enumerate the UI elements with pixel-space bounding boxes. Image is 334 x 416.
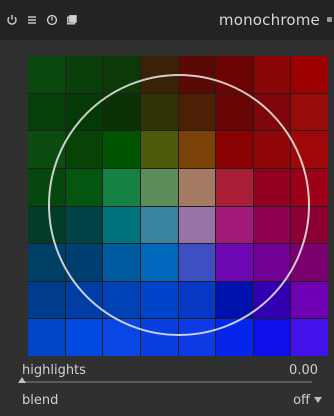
chevron-down-icon[interactable] — [314, 397, 322, 403]
grid-cell[interactable] — [178, 281, 216, 319]
grid-cell[interactable] — [140, 206, 178, 244]
grid-cell[interactable] — [65, 319, 103, 356]
grid-cell[interactable] — [28, 168, 65, 206]
presets-menu-icon[interactable] — [26, 14, 38, 26]
highlights-slider-handle[interactable] — [18, 377, 26, 383]
grid-cell[interactable] — [178, 244, 216, 281]
grid-cell[interactable] — [28, 206, 65, 244]
grid-cell[interactable] — [140, 56, 178, 93]
grid-cell[interactable] — [216, 93, 253, 131]
grid-cell[interactable] — [253, 244, 291, 281]
grid-cell[interactable] — [216, 281, 253, 319]
highlights-label: highlights — [22, 363, 86, 378]
grid-cell[interactable] — [178, 168, 216, 206]
grid-cell[interactable] — [103, 93, 140, 131]
grid-cell[interactable] — [216, 319, 253, 356]
grid-cell[interactable] — [178, 93, 216, 131]
grid-cell[interactable] — [291, 131, 328, 168]
grid-cell[interactable] — [291, 206, 328, 244]
grid-cell[interactable] — [65, 244, 103, 281]
grid-cell[interactable] — [178, 131, 216, 168]
color-grid[interactable] — [28, 56, 328, 356]
grid-cell[interactable] — [253, 131, 291, 168]
grid-cell[interactable] — [291, 319, 328, 356]
grid-cell[interactable] — [216, 56, 253, 93]
module-title: monochrome — [218, 11, 320, 29]
grid-cell[interactable] — [65, 168, 103, 206]
grid-cell[interactable] — [216, 206, 253, 244]
grid-cell[interactable] — [65, 206, 103, 244]
grid-cell[interactable] — [291, 168, 328, 206]
grid-cell[interactable] — [140, 281, 178, 319]
grid-cell[interactable] — [140, 244, 178, 281]
blend-combobox[interactable]: blend off — [0, 388, 334, 414]
grid-cell[interactable] — [103, 244, 140, 281]
grid-cell[interactable] — [140, 131, 178, 168]
multi-instance-icon[interactable] — [66, 14, 78, 26]
grid-cell[interactable] — [65, 131, 103, 168]
grid-cell[interactable] — [28, 319, 65, 356]
grid-cell[interactable] — [253, 93, 291, 131]
grid-cell[interactable] — [103, 131, 140, 168]
reset-icon[interactable] — [46, 14, 58, 26]
grid-cell[interactable] — [291, 93, 328, 131]
highlights-slider[interactable]: highlights 0.00 — [0, 360, 334, 386]
grid-cell[interactable] — [140, 93, 178, 131]
grid-cell[interactable] — [291, 56, 328, 93]
color-grid-area[interactable] — [28, 56, 328, 356]
grid-cell[interactable] — [65, 281, 103, 319]
blend-value[interactable]: off — [293, 393, 310, 408]
grid-cell[interactable] — [216, 168, 253, 206]
grid-cell[interactable] — [140, 319, 178, 356]
grid-cell[interactable] — [28, 131, 65, 168]
grid-cell[interactable] — [253, 206, 291, 244]
highlights-track[interactable] — [22, 381, 312, 383]
grid-cell[interactable] — [253, 168, 291, 206]
grid-cell[interactable] — [103, 168, 140, 206]
grid-cell[interactable] — [103, 319, 140, 356]
grid-cell[interactable] — [253, 56, 291, 93]
power-icon[interactable] — [6, 14, 18, 26]
grid-cell[interactable] — [178, 56, 216, 93]
grid-cell[interactable] — [103, 206, 140, 244]
grid-cell[interactable] — [216, 131, 253, 168]
grid-cell[interactable] — [140, 168, 178, 206]
blend-label: blend — [22, 393, 59, 408]
grid-cell[interactable] — [65, 93, 103, 131]
grid-cell[interactable] — [28, 281, 65, 319]
grid-cell[interactable] — [178, 319, 216, 356]
grid-cell[interactable] — [65, 56, 103, 93]
grid-cell[interactable] — [28, 56, 65, 93]
grid-cell[interactable] — [103, 56, 140, 93]
grid-cell[interactable] — [253, 281, 291, 319]
grid-cell[interactable] — [178, 206, 216, 244]
grid-cell[interactable] — [103, 281, 140, 319]
grid-cell[interactable] — [291, 281, 328, 319]
grid-cell[interactable] — [291, 244, 328, 281]
grid-cell[interactable] — [28, 244, 65, 281]
highlights-value: 0.00 — [289, 363, 318, 378]
grid-cell[interactable] — [216, 244, 253, 281]
module-header: monochrome — [0, 0, 334, 40]
module-header-icons — [6, 14, 78, 26]
grid-cell[interactable] — [253, 319, 291, 356]
grid-cell[interactable] — [28, 93, 65, 131]
module-title-dot — [327, 17, 332, 22]
